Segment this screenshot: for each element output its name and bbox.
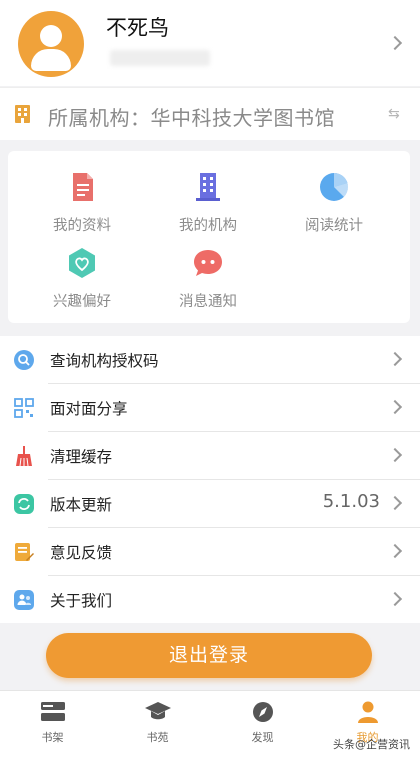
feature-grid: 我的资料 我的机构 阅读统计 兴趣偏好 消息通知 xyxy=(8,151,410,323)
settings-list: 查询机构授权码 面对面分享 清理缓存 版本更新 5.1.03 意见反馈 关于我们 xyxy=(0,336,420,623)
list-item-auth-code[interactable]: 查询机构授权码 xyxy=(0,336,420,384)
grid-item-my-institution[interactable]: 我的机构 xyxy=(148,171,268,241)
broom-icon xyxy=(16,446,32,466)
list-item-feedback[interactable]: 意见反馈 xyxy=(0,528,420,576)
building-icon xyxy=(196,173,220,201)
username: 不死鸟 xyxy=(106,16,169,40)
grid-item-interests[interactable]: 兴趣偏好 xyxy=(22,247,142,317)
tab-academy[interactable]: 书苑 xyxy=(105,691,210,758)
institution-label: 所属机构：华中科技大学图书馆 xyxy=(48,106,335,130)
search-icon xyxy=(14,350,34,370)
compass-icon xyxy=(253,702,273,722)
list-item-label: 面对面分享 xyxy=(50,400,128,418)
avatar xyxy=(18,11,84,77)
list-item-label: 版本更新 xyxy=(50,496,113,514)
list-item-version[interactable]: 版本更新 5.1.03 xyxy=(0,480,420,528)
grid-label: 我的机构 xyxy=(179,218,237,234)
grid-label: 兴趣偏好 xyxy=(53,294,111,310)
list-item-label: 关于我们 xyxy=(50,592,113,610)
tab-label: 发现 xyxy=(251,731,274,744)
feedback-icon xyxy=(15,543,34,561)
about-icon xyxy=(14,590,34,610)
chevron-right-icon xyxy=(387,447,403,463)
list-item-about[interactable]: 关于我们 xyxy=(0,576,420,624)
list-item-clear-cache[interactable]: 清理缓存 xyxy=(0,432,420,480)
grid-item-reading-stats[interactable]: 阅读统计 xyxy=(274,171,394,241)
version-value: 5.1.03 xyxy=(322,491,380,512)
chevron-right-icon xyxy=(387,495,403,511)
chevron-right-icon xyxy=(387,351,403,367)
chevron-right-icon xyxy=(387,399,403,415)
grid-label: 阅读统计 xyxy=(305,218,363,234)
grid-item-notifications[interactable]: 消息通知 xyxy=(148,247,268,317)
tab-label: 书苑 xyxy=(146,731,169,744)
list-item-label: 清理缓存 xyxy=(50,448,113,466)
grid-label: 消息通知 xyxy=(179,294,237,310)
user-icon xyxy=(358,701,378,723)
logout-button[interactable]: 退出登录 xyxy=(46,633,372,678)
graduation-cap-icon xyxy=(145,702,171,720)
grid-item-my-profile[interactable]: 我的资料 xyxy=(22,171,142,241)
chevron-right-icon xyxy=(387,543,403,559)
list-item-label: 意见反馈 xyxy=(50,544,113,562)
chevron-right-icon xyxy=(387,591,403,607)
qr-code-icon xyxy=(14,398,34,418)
profile-header[interactable]: 不死鸟 xyxy=(0,0,420,86)
swap-icon[interactable]: ⇆ xyxy=(388,106,404,122)
watermark: 头条@企营资讯 xyxy=(333,738,410,751)
list-item-label: 查询机构授权码 xyxy=(50,352,159,370)
document-icon xyxy=(73,173,93,201)
heart-hexagon-icon xyxy=(69,248,95,278)
chevron-right-icon xyxy=(387,35,403,51)
institution-row[interactable]: 所属机构：华中科技大学图书馆 ⇆ xyxy=(0,87,420,140)
building-icon xyxy=(15,105,30,123)
grid-label: 我的资料 xyxy=(53,218,111,234)
tab-label: 书架 xyxy=(41,731,64,744)
message-icon xyxy=(194,250,222,276)
list-item-share[interactable]: 面对面分享 xyxy=(0,384,420,432)
refresh-icon xyxy=(14,494,34,514)
blurred-user-id xyxy=(110,50,210,66)
tab-discover[interactable]: 发现 xyxy=(210,691,315,758)
tab-bookshelf[interactable]: 书架 xyxy=(0,691,105,758)
pie-chart-icon xyxy=(320,172,349,201)
bookshelf-icon xyxy=(41,702,65,721)
